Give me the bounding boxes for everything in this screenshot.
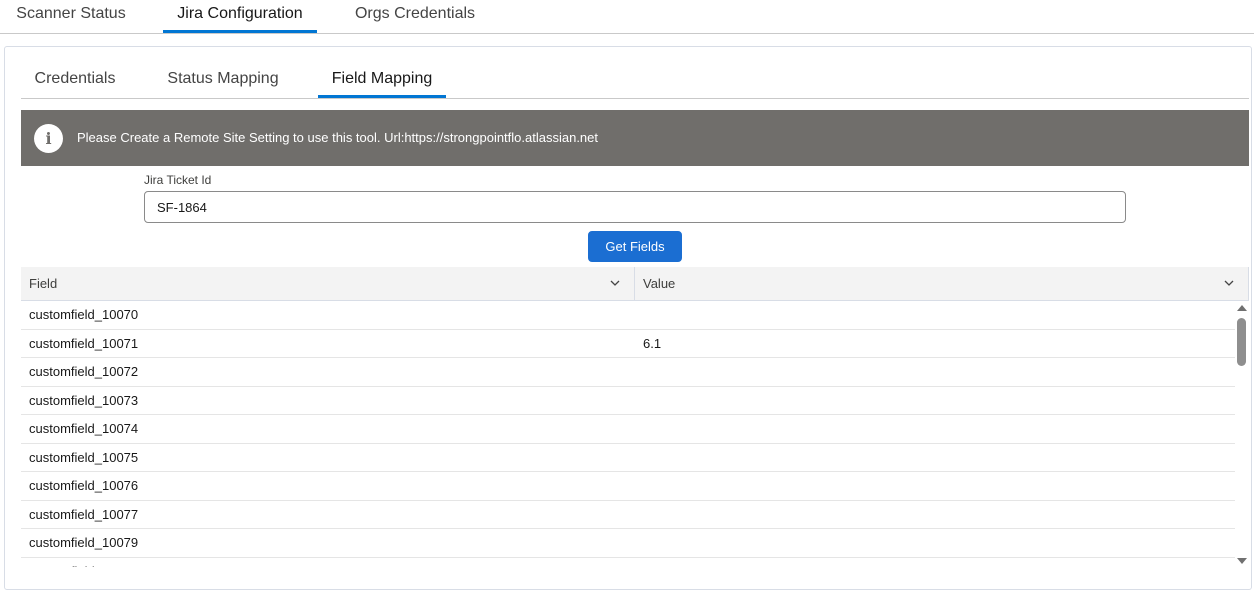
column-header-value[interactable]: Value (635, 267, 1249, 300)
field-cell: customfield_10075 (29, 449, 139, 465)
table-row[interactable]: customfield_10075 (21, 444, 1235, 472)
remote-site-alert: i Please Create a Remote Site Setting to… (21, 110, 1249, 166)
main-tab-bar: Scanner Status Jira Configuration Orgs C… (0, 0, 1254, 34)
scroll-down-arrow-icon[interactable] (1237, 558, 1247, 564)
table-row[interactable]: customfield_10071 6.1 (21, 330, 1235, 358)
info-icon: i (34, 124, 63, 153)
field-cell: customfield_10073 (29, 392, 139, 408)
field-cell: customfield_10072 (29, 364, 139, 379)
table-row[interactable]: customfield_10072 (21, 358, 1235, 387)
tab-orgs-credentials[interactable]: Orgs Credentials (342, 0, 488, 33)
field-cell: customfield_10074 (29, 421, 139, 436)
table-row[interactable]: customfield_10070 (21, 301, 1235, 330)
ticket-id-label: Jira Ticket Id (144, 173, 212, 187)
column-header-field-label: Field (29, 276, 58, 291)
chevron-down-icon[interactable] (610, 278, 620, 288)
alert-message: Please Create a Remote Site Setting to u… (77, 130, 599, 145)
field-mapping-table: Field Value customfield_10070 customfiel… (21, 267, 1249, 567)
table-row[interactable]: customfield_10074 (21, 415, 1235, 444)
value-cell: 6.1 (643, 335, 662, 351)
table-row[interactable]: customfield_ (21, 558, 1235, 568)
sub-tab-bar: Credentials Status Mapping Field Mapping (21, 64, 1249, 99)
tab-field-mapping[interactable]: Field Mapping (318, 64, 446, 98)
scroll-up-arrow-icon[interactable] (1237, 305, 1247, 311)
field-cell: customfield_ (29, 558, 102, 568)
field-cell: customfield_10076 (29, 478, 139, 493)
field-cell: customfield_10070 (29, 307, 139, 322)
table-row[interactable]: customfield_10077 (21, 501, 1235, 529)
field-cell: customfield_10077 (29, 506, 139, 522)
tab-credentials[interactable]: Credentials (21, 64, 129, 98)
field-cell: customfield_10079 (29, 535, 139, 550)
table-body: customfield_10070 customfield_10071 6.1 … (21, 301, 1235, 567)
scrollbar-thumb[interactable] (1237, 318, 1246, 366)
table-row[interactable]: customfield_10079 (21, 529, 1235, 558)
column-header-value-label: Value (643, 276, 676, 291)
table-row[interactable]: customfield_10076 (21, 472, 1235, 501)
field-cell: customfield_10071 (29, 335, 139, 351)
column-header-field[interactable]: Field (21, 267, 635, 300)
chevron-down-icon[interactable] (1224, 278, 1234, 288)
tab-jira-configuration[interactable]: Jira Configuration (163, 0, 317, 33)
table-scrollbar[interactable] (1236, 302, 1248, 566)
ticket-id-input[interactable] (144, 191, 1126, 223)
tab-scanner-status[interactable]: Scanner Status (4, 0, 138, 33)
table-row[interactable]: customfield_10073 (21, 387, 1235, 415)
table-header: Field Value (21, 267, 1249, 301)
get-fields-button[interactable]: Get Fields (588, 231, 682, 262)
tab-status-mapping[interactable]: Status Mapping (153, 64, 293, 98)
